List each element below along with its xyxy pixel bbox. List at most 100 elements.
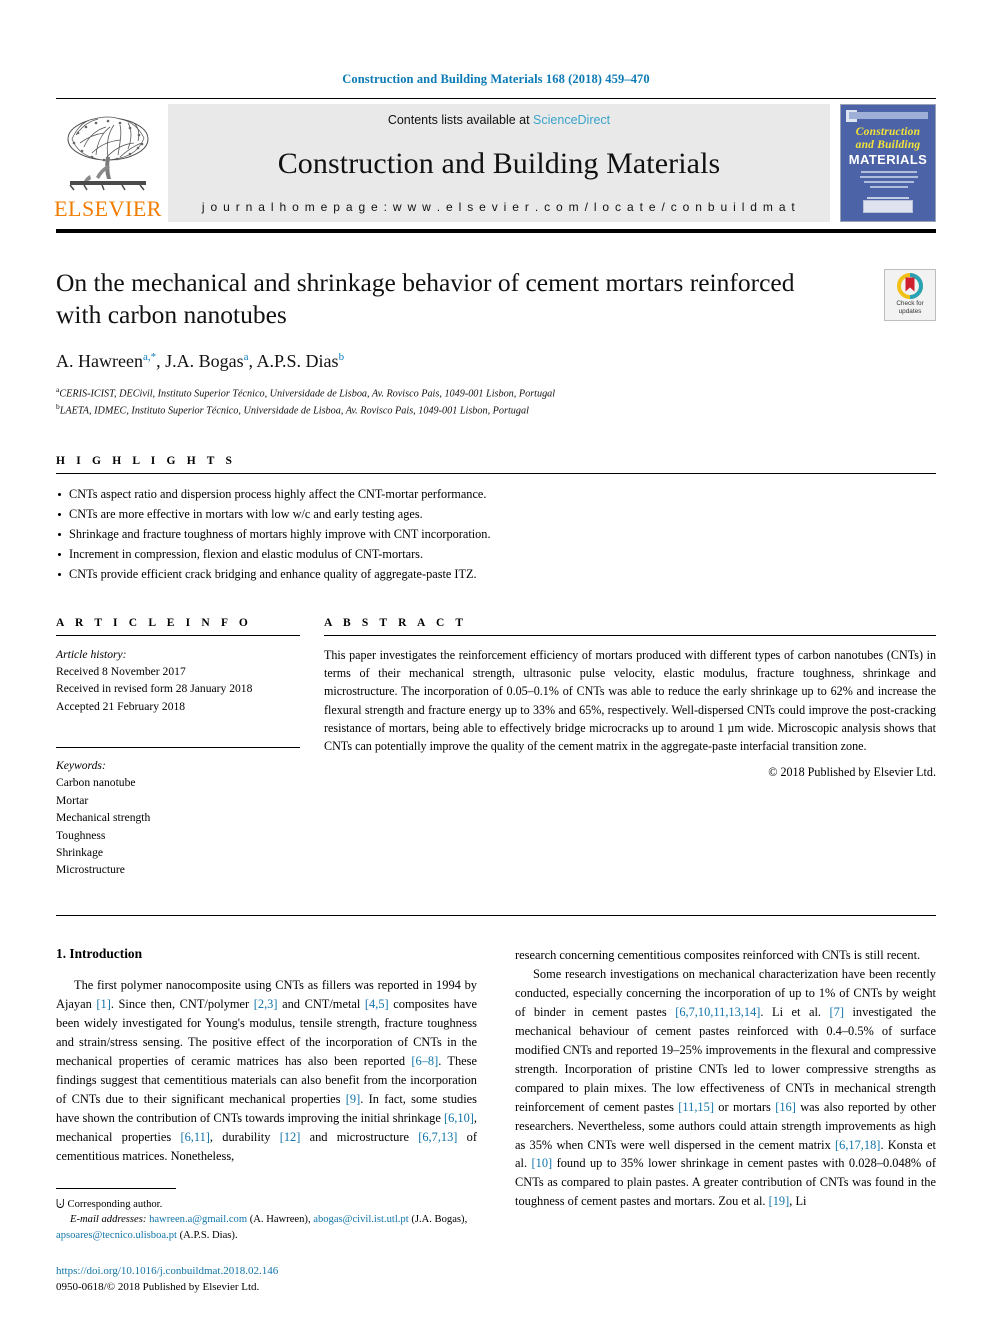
cover-top-bar [849,112,928,119]
cover-title-line-1: Construction [855,126,921,138]
citation-ref[interactable]: [7] [830,1005,844,1019]
elsevier-tree-icon [67,116,149,191]
masthead-bottom-rule [56,229,936,233]
article-history-accepted: Accepted 21 February 2018 [56,699,186,713]
list-item: Increment in compression, flexion and el… [56,545,936,565]
highlights-section: H I G H L I G H T S CNTs aspect ratio an… [56,455,936,585]
crossmark-label-line2: updates [898,308,922,315]
email-link-3[interactable]: apsoares@tecnico.ulisboa.pt [56,1230,177,1241]
page-title: On the mechanical and shrinkage behavior… [56,268,795,330]
affiliation-a-text: CERIS-ICIST, DECivil, Instituto Superior… [59,388,556,400]
corresponding-author-marker: ⨃ [56,1198,65,1210]
list-item: CNTs provide efficient crack bridging an… [56,565,936,585]
citation-ref[interactable]: [6,7,10,11,13,14] [675,1005,760,1019]
citation-ref[interactable]: [11,15] [678,1100,714,1114]
journal-homepage[interactable]: j o u r n a l h o m e p a g e : w w w . … [202,200,796,214]
body-column-left: 1. Introduction The first polymer nanoco… [56,946,477,1296]
citation-ref[interactable]: [12] [280,1130,301,1144]
footnote-rule [56,1187,176,1189]
keyword-item: Toughness [56,828,106,842]
citation-ref[interactable]: [9] [346,1092,360,1106]
email-owner-1: (A. Hawreen) [249,1214,308,1226]
abstract-copyright: © 2018 Published by Elsevier Ltd. [768,764,936,779]
author-1-affil-marker: a,* [142,351,157,364]
keywords-rule [56,747,300,749]
doi-link[interactable]: https://doi.org/10.1016/j.conbuildmat.20… [56,1263,477,1280]
citation-ref[interactable]: [6,10] [444,1111,474,1125]
abstract-heading: A B S T R A C T [324,616,468,629]
journal-cover-thumbnail[interactable]: Construction and Building MATERIALS [840,104,936,222]
author-sep-2: , [248,351,257,372]
email-link-1[interactable]: hawreen.a@gmail.com [149,1214,247,1225]
author-1-name[interactable]: A. Hawreen [56,351,143,371]
article-history-label: Article history: [56,647,127,661]
title-block: On the mechanical and shrinkage behavior… [56,267,936,419]
journal-masthead: ELSEVIER Contents lists available at Sci… [54,104,936,222]
cover-title-line-3: MATERIALS [848,152,928,167]
cover-blurb-lines [857,171,921,197]
contents-line: Contents lists available at ScienceDirec… [388,113,610,127]
citation-ref[interactable]: [6,7,13] [418,1130,457,1144]
keyword-item: Carbon nanotube [56,776,136,790]
keyword-item: Shrinkage [56,846,104,860]
elsevier-logo[interactable]: ELSEVIER [54,104,162,222]
journal-band: Contents lists available at ScienceDirec… [168,104,830,222]
corresponding-author-note: ⨃ Corresponding author. [56,1197,477,1213]
abstract-bottom-rule [56,914,936,916]
citation-ref[interactable]: [19] [769,1194,790,1208]
affiliations: aCERIS-ICIST, DECivil, Instituto Superio… [56,385,936,419]
paragraph: research concerning cementitious composi… [515,947,921,962]
author-2-name[interactable]: J.A. Bogas [165,351,244,371]
paragraph: The first polymer nanocomposite using CN… [56,977,477,1163]
keywords-list: Keywords: Carbon nanotube Mortar Mechani… [56,757,300,879]
abstract-rule [324,634,936,636]
citation-ref[interactable]: [2,3] [254,997,278,1011]
citation-ref[interactable]: [10] [532,1156,553,1170]
email-owner-3: (A.P.S. Dias) [179,1229,235,1241]
body-column-right: research concerning cementitious composi… [515,946,936,1212]
author-list: A. Hawreena,*, J.A. Bogasa, A.P.S. Diasb [56,351,936,372]
article-history: Article history: Received 8 November 201… [56,646,300,716]
footnote-text: ⨃ Corresponding author. E-mail addresses:… [56,1197,477,1244]
list-item: Shrinkage and fracture toughness of mort… [56,525,936,545]
citation-ref[interactable]: [16] [775,1100,796,1114]
article-history-received: Received 8 November 2017 [56,664,186,678]
email-owner-2: (J.A. Bogas) [411,1214,465,1226]
sciencedirect-link[interactable]: ScienceDirect [533,113,610,127]
elsevier-wordmark: ELSEVIER [54,196,162,221]
citation-ref[interactable]: [6,11] [180,1130,209,1144]
section-heading-introduction: 1. Introduction [56,945,143,961]
issn-copyright-line: 0950-0618/© 2018 Published by Elsevier L… [56,1281,260,1294]
list-item: CNTs are more effective in mortars with … [56,505,936,525]
article-info-column: A R T I C L E I N F O Article history: R… [56,617,300,879]
abstract-text: This paper investigates the reinforcemen… [324,647,936,754]
citation-ref[interactable]: [4,5] [365,997,389,1011]
body-columns: 1. Introduction The first polymer nanoco… [56,946,936,1296]
doi-block: https://doi.org/10.1016/j.conbuildmat.20… [56,1263,477,1296]
article-history-revised: Received in revised form 28 January 2018 [56,682,253,696]
citation-ref[interactable]: [6,17,18] [835,1138,880,1152]
citation-ref[interactable]: [1] [96,997,110,1011]
author-3-name[interactable]: A.P.S. Dias [257,351,339,371]
affiliation-a: aCERIS-ICIST, DECivil, Instituto Superio… [56,385,936,402]
crossmark-badge[interactable]: Check for updates [884,269,936,321]
cover-publisher-band [863,200,913,213]
article-info-rule [56,634,300,636]
footnote-block: ⨃ Corresponding author. E-mail addresses:… [56,1187,477,1296]
keyword-item: Microstructure [56,863,125,877]
keywords-label: Keywords: [56,759,106,773]
email-addresses: E-mail addresses: hawreen.a@gmail.com (A… [56,1214,468,1241]
email-link-2[interactable]: abogas@civil.ist.utl.pt [313,1214,408,1225]
affiliation-b-text: LAETA, IDMEC, Instituto Superior Técnico… [59,405,529,417]
citation-ref[interactable]: [6–8] [411,1054,438,1068]
abstract-column: A B S T R A C T This paper investigates … [324,617,936,780]
highlights-list: CNTs aspect ratio and dispersion process… [56,485,936,585]
info-abstract-block: A R T I C L E I N F O Article history: R… [56,617,936,879]
author-sep-1: , [156,351,166,372]
highlights-heading: H I G H L I G H T S [56,455,237,467]
contents-prefix: Contents lists available at [387,113,534,127]
journal-title: Construction and Building Materials [277,146,721,180]
paragraph: Some research investigations on mechanic… [515,966,936,1209]
masthead-top-rule [56,98,936,99]
corresponding-author-label: Corresponding author. [67,1198,163,1210]
